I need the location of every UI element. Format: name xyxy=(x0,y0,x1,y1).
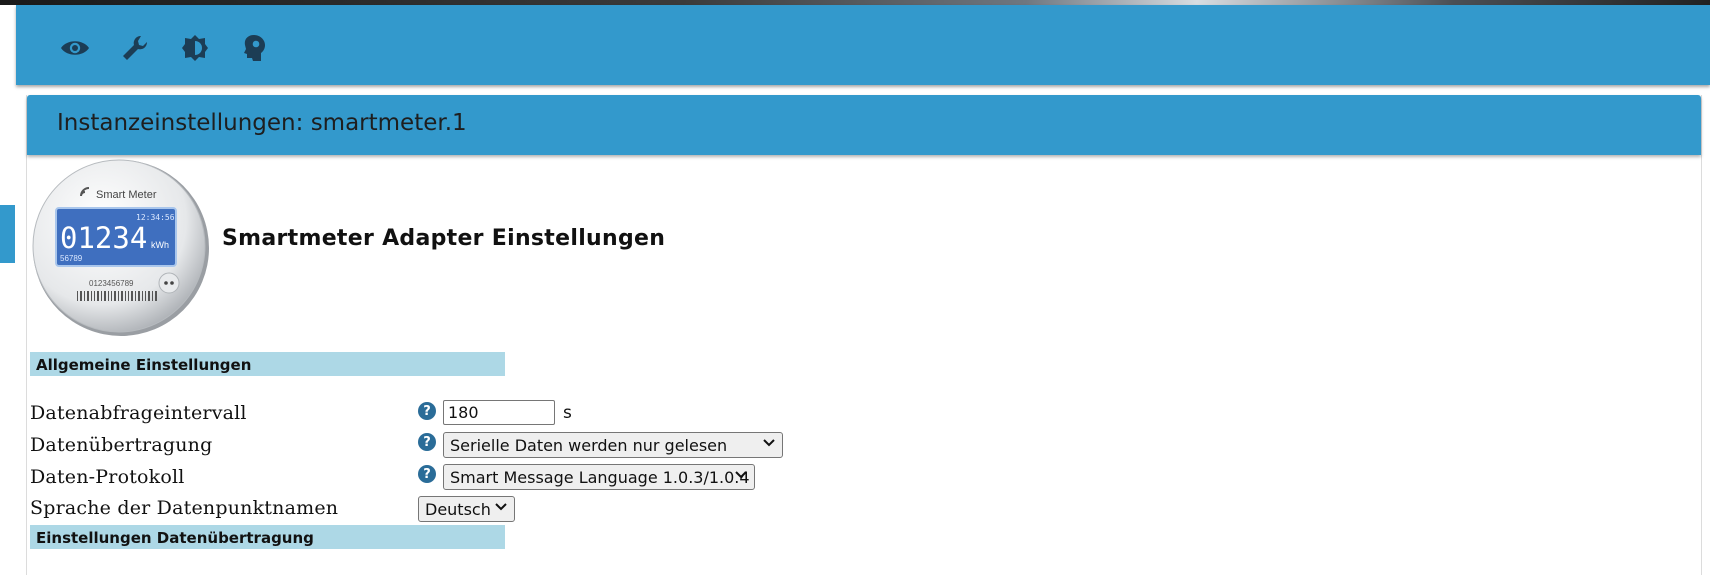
head-icon[interactable] xyxy=(240,33,270,63)
brightness-icon[interactable] xyxy=(180,33,210,63)
dialog-header: Instanzeinstellungen: smartmeter.1 xyxy=(27,95,1701,155)
chevron-down-icon xyxy=(735,471,747,479)
dialog-title: Instanzeinstellungen: smartmeter.1 xyxy=(57,110,467,136)
section-general-header: Allgemeine Einstellungen xyxy=(30,352,505,376)
wrench-icon[interactable] xyxy=(120,33,150,63)
language-select-value: Deutsch xyxy=(425,500,491,519)
sidebar-tab[interactable] xyxy=(0,205,15,263)
meter-subreading-text: 56789 xyxy=(60,254,83,263)
interval-unit: s xyxy=(563,403,572,423)
section-transfer-header: Einstellungen Datenübertragung xyxy=(30,525,505,549)
interval-label: Datenabfrageintervall xyxy=(30,402,247,424)
transmission-select-value: Serielle Daten werden nur gelesen xyxy=(450,436,728,455)
chevron-down-icon xyxy=(763,439,775,447)
section-transfer-label: Einstellungen Datenübertragung xyxy=(36,529,314,547)
meter-brand-text: Smart Meter xyxy=(96,189,157,201)
chevron-down-icon xyxy=(495,503,507,511)
section-general-label: Allgemeine Einstellungen xyxy=(36,356,252,374)
language-select[interactable]: Deutsch xyxy=(418,496,515,522)
protocol-label: Daten-Protokoll xyxy=(30,466,185,488)
meter-serial-text: 0123456789 xyxy=(89,279,134,288)
interval-input[interactable] xyxy=(443,400,555,425)
main-toolbar xyxy=(16,5,1710,85)
protocol-select[interactable]: Smart Message Language 1.0.3/1.0.4 xyxy=(443,464,755,490)
eye-icon[interactable] xyxy=(60,33,90,63)
interval-help-icon[interactable]: ? xyxy=(418,402,436,420)
meter-unit-text: kWh xyxy=(151,240,169,250)
adapter-settings-title: Smartmeter Adapter Einstellungen xyxy=(222,226,666,251)
language-label: Sprache der Datenpunktnamen xyxy=(30,497,339,519)
protocol-select-value: Smart Message Language 1.0.3/1.0.4 xyxy=(450,468,750,487)
transmission-help-icon[interactable]: ? xyxy=(418,433,436,451)
transmission-select[interactable]: Serielle Daten werden nur gelesen xyxy=(443,432,783,458)
transmission-label: Datenübertragung xyxy=(30,434,213,456)
protocol-help-icon[interactable]: ? xyxy=(418,465,436,483)
smartmeter-logo: Smart Meter 12:34:56 01234 kWh 56789 012… xyxy=(32,159,209,336)
meter-reading-text: 01234 xyxy=(60,221,147,255)
